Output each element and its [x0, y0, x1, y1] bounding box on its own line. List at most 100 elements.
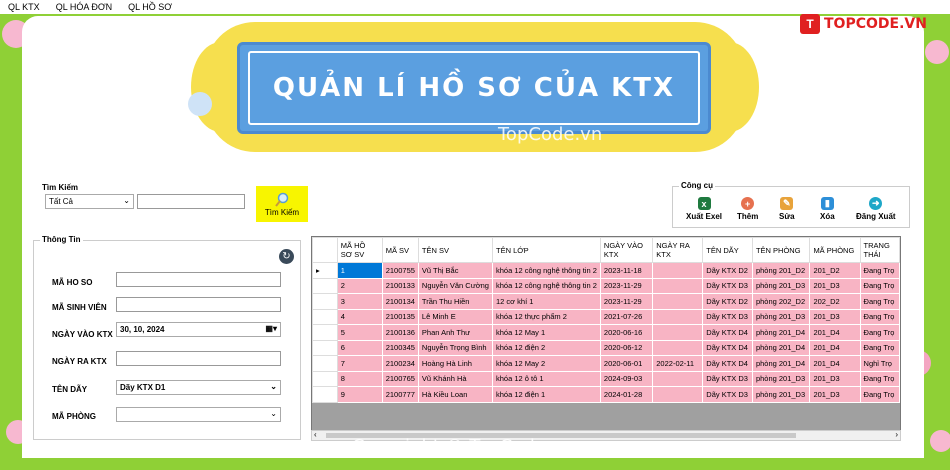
table-cell[interactable]: khóa 12 ô tô 1 — [491, 370, 601, 387]
row-header[interactable]: ▸ — [312, 262, 338, 279]
search-filter-select[interactable]: Tất Cả ⌄ — [45, 194, 134, 209]
table-cell[interactable]: Đang Trọ — [859, 277, 900, 294]
table-cell[interactable]: 2100134 — [381, 293, 419, 310]
table-cell[interactable]: 12 cơ khí 1 — [491, 293, 601, 310]
edit-button[interactable]: ✎ Sửa — [779, 197, 795, 221]
refresh-icon[interactable]: ↻ — [279, 249, 294, 264]
export-excel-button[interactable]: x Xuất Exel — [686, 197, 722, 221]
table-cell[interactable]: Dãy KTX D3 — [702, 370, 753, 387]
logout-button[interactable]: ➜ Đăng Xuất — [856, 197, 896, 221]
col-ten-sv[interactable]: TÊN SV — [417, 237, 493, 263]
row-header[interactable] — [312, 370, 338, 387]
ten-day-select[interactable]: Dãy KTX D1 ⌄ — [116, 380, 281, 395]
table-cell[interactable]: Phan Anh Thư — [417, 324, 493, 341]
table-cell[interactable]: Dãy KTX D3 — [702, 308, 753, 325]
table-cell[interactable]: phòng 201_D2 — [751, 262, 811, 279]
table-cell[interactable]: Đang Trọ — [859, 386, 900, 403]
table-cell[interactable]: 7 — [336, 355, 383, 372]
scroll-right-icon[interactable]: › — [895, 430, 898, 439]
ngay-ra-input[interactable] — [116, 351, 281, 366]
table-cell[interactable]: phòng 201_D4 — [751, 324, 811, 341]
table-cell[interactable]: Lê Minh E — [417, 308, 493, 325]
table-cell[interactable]: Dãy KTX D2 — [702, 262, 753, 279]
table-cell[interactable]: 2023-11-29 — [599, 277, 654, 294]
col-ma-phong[interactable]: MÃ PHÒNG — [809, 237, 861, 263]
table-cell[interactable]: Đang Trọ — [859, 308, 900, 325]
table-cell[interactable]: 2020-06-16 — [599, 324, 654, 341]
table-cell[interactable]: 1 — [336, 262, 383, 279]
table-cell[interactable]: 2100777 — [381, 386, 419, 403]
table-cell[interactable]: phòng 201_D3 — [751, 386, 811, 403]
table-cell[interactable]: Dãy KTX D3 — [702, 386, 753, 403]
table-cell[interactable]: Dãy KTX D3 — [702, 277, 753, 294]
table-cell[interactable]: Nghỉ Trọ — [859, 355, 900, 372]
table-cell[interactable]: 8 — [336, 370, 383, 387]
table-cell[interactable]: 2020-06-12 — [599, 339, 654, 356]
row-header[interactable] — [312, 277, 338, 294]
table-row[interactable]: 6 2100345 Nguyễn Trọng Bình khóa 12 điện 22… — [312, 339, 900, 356]
table-cell[interactable]: Dãy KTX D4 — [702, 339, 753, 356]
row-header[interactable] — [312, 293, 338, 310]
row-header[interactable] — [312, 355, 338, 372]
col-ngay-vao[interactable]: NGÀY VÀO KTX — [599, 237, 654, 263]
table-cell[interactable]: khóa 12 công nghệ thông tin 2 — [491, 277, 601, 294]
table-cell[interactable]: khóa 12 thực phẩm 2 — [491, 308, 601, 325]
table-cell[interactable]: khóa 12 điện 2 — [491, 339, 601, 356]
table-cell[interactable]: 2024-09-03 — [599, 370, 654, 387]
table-cell[interactable]: Đang Trọ — [859, 293, 900, 310]
col-ma-sv[interactable]: MÃ SV — [381, 237, 419, 263]
table-cell[interactable]: 2100135 — [381, 308, 419, 325]
table-cell[interactable]: 201_D2 — [809, 262, 861, 279]
col-trang-thai[interactable]: TRANG THÁI — [859, 237, 900, 263]
table-cell[interactable]: khóa 12 May 1 — [491, 324, 601, 341]
table-cell[interactable] — [652, 370, 704, 387]
col-ten-phong[interactable]: TÊN PHÒNG — [751, 237, 811, 263]
table-cell[interactable]: 201_D3 — [809, 308, 861, 325]
table-cell[interactable]: 201_D4 — [809, 324, 861, 341]
table-cell[interactable]: phòng 202_D2 — [751, 293, 811, 310]
table-cell[interactable] — [652, 293, 704, 310]
table-cell[interactable]: Đang Trọ — [859, 370, 900, 387]
table-cell[interactable] — [652, 262, 704, 279]
table-cell[interactable]: 9 — [336, 386, 383, 403]
table-cell[interactable]: 2024-01-28 — [599, 386, 654, 403]
table-cell[interactable] — [652, 277, 704, 294]
table-cell[interactable]: phòng 201_D3 — [751, 277, 811, 294]
row-header[interactable] — [312, 324, 338, 341]
search-button[interactable]: Tìm Kiếm — [256, 186, 308, 222]
table-cell[interactable]: Hà Kiều Loan — [417, 386, 493, 403]
ma-phong-select[interactable]: ⌄ — [116, 407, 281, 422]
table-cell[interactable]: 2021-07-26 — [599, 308, 654, 325]
table-cell[interactable]: 202_D2 — [809, 293, 861, 310]
table-row[interactable]: 9 2100777 Hà Kiều Loan khóa 12 điện 1 2024-0… — [312, 386, 900, 403]
table-cell[interactable]: Trần Thu Hiền — [417, 293, 493, 310]
row-header[interactable] — [312, 339, 338, 356]
table-cell[interactable]: 201_D4 — [809, 339, 861, 356]
table-row[interactable]: ▸ 1 2100755 Vũ Thị Bắc khóa 12 công nghệ thô… — [312, 262, 900, 279]
table-cell[interactable]: phòng 201_D3 — [751, 308, 811, 325]
table-cell[interactable]: 2100765 — [381, 370, 419, 387]
table-cell[interactable]: Đang Trọ — [859, 339, 900, 356]
table-cell[interactable]: 2100234 — [381, 355, 419, 372]
table-cell[interactable]: Đang Trọ — [859, 324, 900, 341]
table-cell[interactable]: Vũ Khánh Hà — [417, 370, 493, 387]
table-cell[interactable]: 201_D3 — [809, 386, 861, 403]
table-cell[interactable]: 6 — [336, 339, 383, 356]
scroll-left-icon[interactable]: ‹ — [314, 430, 317, 439]
table-cell[interactable]: 2100133 — [381, 277, 419, 294]
table-cell[interactable]: 2100136 — [381, 324, 419, 341]
table-cell[interactable]: Vũ Thị Bắc — [417, 262, 493, 279]
table-cell[interactable]: 2020-06-01 — [599, 355, 654, 372]
delete-button[interactable]: ▮ Xóa — [820, 197, 835, 221]
table-cell[interactable]: 201_D3 — [809, 277, 861, 294]
table-cell[interactable]: khóa 12 điện 1 — [491, 386, 601, 403]
add-button[interactable]: + Thêm — [737, 197, 758, 221]
search-input[interactable] — [137, 194, 245, 209]
table-cell[interactable]: Hoàng Hà Linh — [417, 355, 493, 372]
table-cell[interactable]: 5 — [336, 324, 383, 341]
ma-ho-so-input[interactable] — [116, 272, 281, 287]
col-ten-lop[interactable]: TÊN LỚP — [491, 237, 601, 263]
records-grid[interactable]: MÃ HỒ SƠ SV MÃ SV TÊN SV TÊN LỚP NGÀY VÀ… — [311, 236, 901, 440]
table-cell[interactable] — [652, 324, 704, 341]
table-cell[interactable]: 3 — [336, 293, 383, 310]
